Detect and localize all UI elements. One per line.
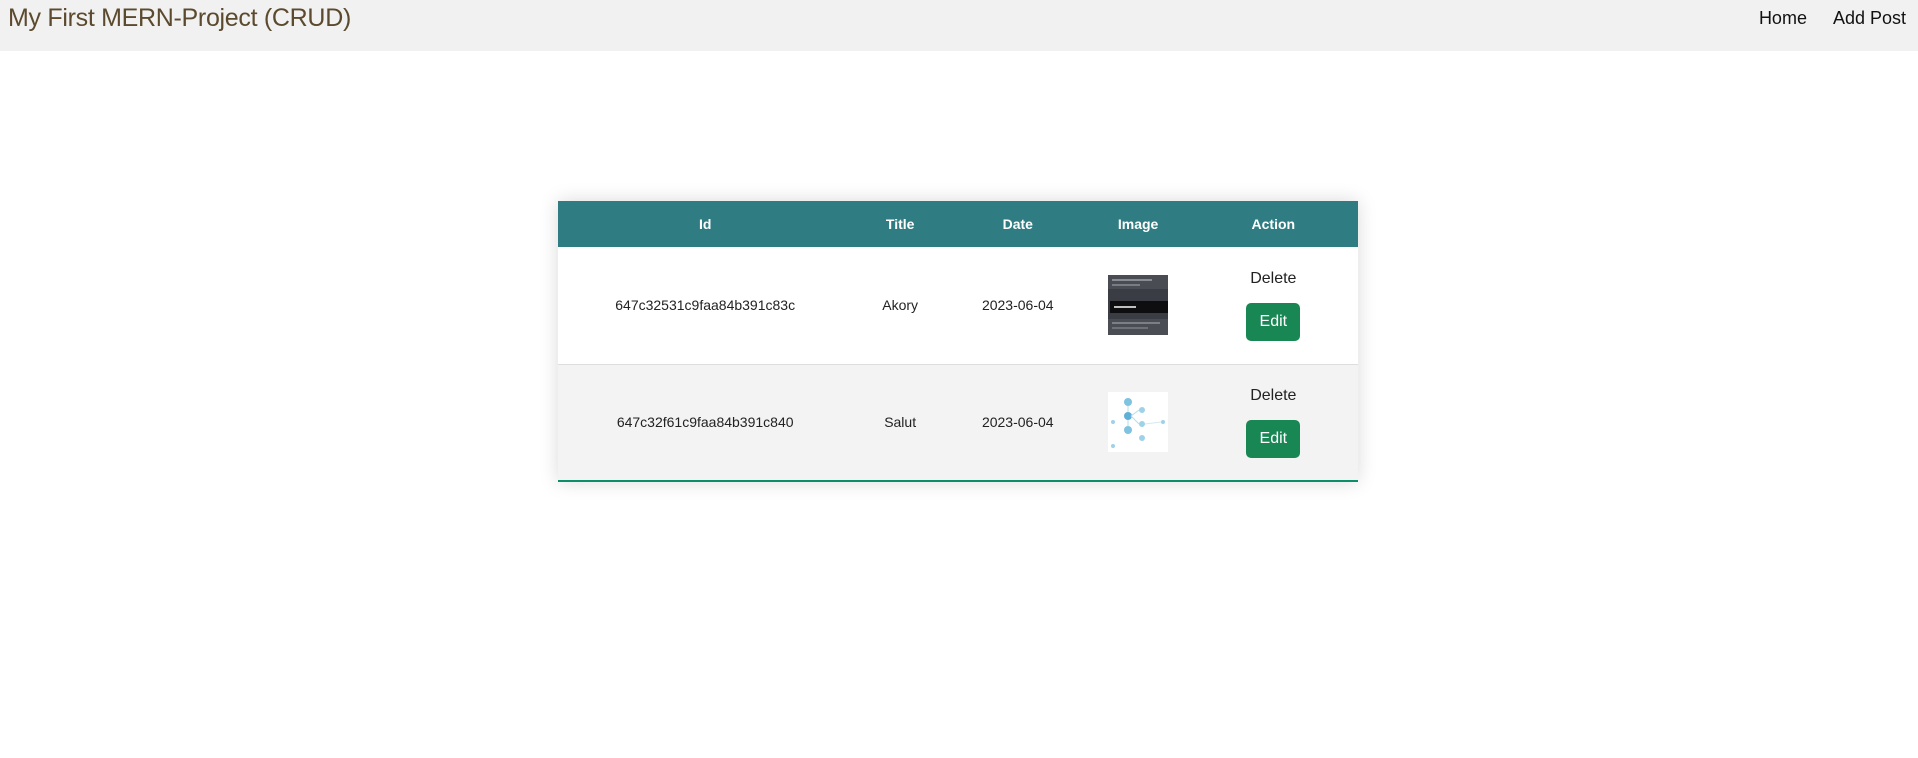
nav-link-add-post[interactable]: Add Post bbox=[1833, 6, 1906, 30]
nav-links: Home Add Post bbox=[1759, 6, 1906, 30]
cell-date: 2023-06-04 bbox=[981, 414, 1054, 431]
header-image: Image bbox=[1117, 216, 1159, 232]
cell-action: Delete Edit bbox=[1189, 247, 1358, 364]
header-title: Title bbox=[885, 216, 915, 232]
cell-action: Delete Edit bbox=[1189, 364, 1358, 481]
cell-date: 2023-06-04 bbox=[981, 297, 1054, 314]
cell-id: 647c32531c9faa84b391c83c bbox=[615, 297, 796, 314]
nav-link-home[interactable]: Home bbox=[1759, 6, 1807, 30]
navbar: My First MERN-Project (CRUD) Home Add Po… bbox=[0, 0, 1918, 51]
action-group: Delete Edit bbox=[1190, 386, 1357, 459]
delete-button[interactable]: Delete bbox=[1250, 386, 1296, 406]
table-row: 647c32531c9faa84b391c83c Akory 2023-06-0… bbox=[558, 247, 1358, 364]
header-id: Id bbox=[698, 216, 712, 232]
cell-title: Akory bbox=[882, 297, 919, 314]
edit-button[interactable]: Edit bbox=[1246, 420, 1301, 459]
cell-id: 647c32f61c9faa84b391c840 bbox=[616, 414, 794, 431]
header-date: Date bbox=[1002, 216, 1033, 232]
header-action: Action bbox=[1251, 216, 1296, 232]
cell-image bbox=[1088, 364, 1189, 481]
posts-table-container: Id Title Date Image Action 647c32531c9fa… bbox=[558, 201, 1358, 482]
table-row: 647c32f61c9faa84b391c840 Salut 2023-06-0… bbox=[558, 364, 1358, 481]
edit-button[interactable]: Edit bbox=[1246, 303, 1301, 342]
table-header-row: Id Title Date Image Action bbox=[558, 201, 1358, 247]
action-group: Delete Edit bbox=[1190, 269, 1357, 342]
post-thumbnail-image bbox=[1108, 275, 1169, 336]
brand-title[interactable]: My First MERN-Project (CRUD) bbox=[8, 2, 351, 34]
cell-title: Salut bbox=[884, 414, 917, 431]
cell-image bbox=[1088, 247, 1189, 364]
post-thumbnail-image bbox=[1108, 392, 1169, 453]
posts-table: Id Title Date Image Action 647c32531c9fa… bbox=[558, 201, 1358, 482]
delete-button[interactable]: Delete bbox=[1250, 269, 1296, 289]
